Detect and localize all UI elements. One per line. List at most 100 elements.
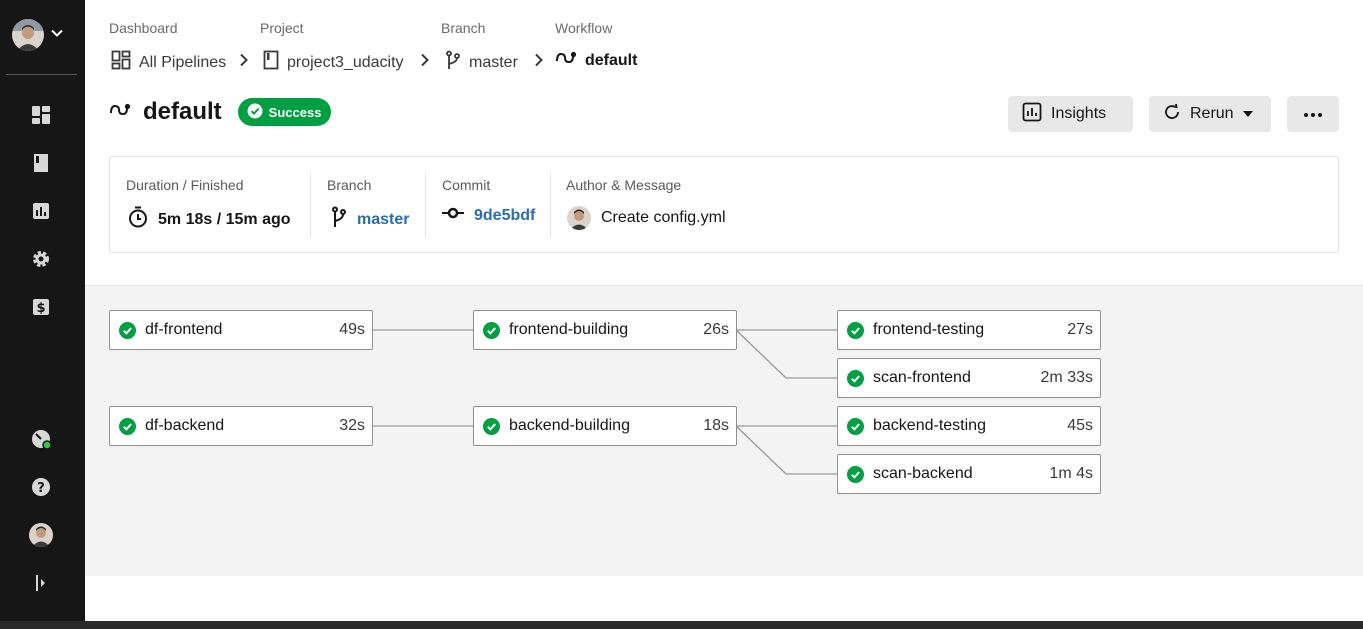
success-check-icon: [847, 322, 864, 344]
breadcrumb-workflow: Workflow default: [555, 20, 637, 69]
job-name: df-backend: [145, 417, 225, 434]
commit-label: Commit: [442, 177, 491, 193]
chevron-right-icon: [534, 53, 544, 72]
job-name: backend-testing: [873, 417, 986, 434]
job-frontend-testing[interactable]: frontend-testing 27s: [837, 310, 1101, 350]
insights-icon: [1022, 102, 1042, 127]
breadcrumb-label: Branch: [441, 20, 486, 36]
project-book-icon: [263, 50, 279, 75]
job-name: df-frontend: [145, 321, 223, 338]
job-duration: 27s: [1067, 321, 1093, 338]
chevron-down-icon: [50, 26, 64, 45]
job-name: scan-backend: [873, 465, 973, 482]
rerun-button[interactable]: Rerun: [1149, 96, 1271, 132]
success-check-icon: [483, 322, 500, 344]
bottom-strip: [0, 621, 1363, 629]
commit-icon: [442, 206, 464, 225]
caret-down-icon: [1242, 105, 1253, 123]
success-check-icon: [847, 418, 864, 440]
commit-value: 9de5bdf: [442, 206, 535, 225]
job-duration: 49s: [339, 321, 365, 338]
sidebar: $ ?: [0, 0, 85, 629]
insights-icon[interactable]: [29, 199, 53, 223]
job-name: backend-building: [509, 417, 630, 434]
stopwatch-icon: [128, 206, 148, 233]
job-df-backend[interactable]: df-backend 32s: [109, 406, 373, 446]
job-frontend-building[interactable]: frontend-building 26s: [473, 310, 737, 350]
job-scan-backend[interactable]: scan-backend 1m 4s: [837, 454, 1101, 494]
all-pipelines-link[interactable]: All Pipelines: [111, 50, 226, 75]
chevron-right-icon: [239, 53, 249, 72]
more-actions-button[interactable]: [1287, 96, 1339, 132]
duration-text: 5m 18s / 15m ago: [158, 210, 291, 228]
branch-icon: [445, 50, 461, 75]
author-value: Create config.yml: [567, 206, 726, 230]
sidebar-divider: [6, 74, 77, 75]
svg-text:$: $: [36, 301, 45, 316]
breadcrumb-value: default: [585, 51, 638, 69]
duration-value: 5m 18s / 15m ago: [128, 206, 291, 233]
check-circle-icon: [247, 103, 263, 122]
expand-sidebar-icon[interactable]: [29, 571, 53, 595]
breadcrumb-label: Workflow: [555, 20, 613, 36]
rerun-icon: [1163, 103, 1181, 126]
plans-dollar-icon[interactable]: $: [29, 295, 53, 319]
breadcrumb-project: Project project3_udacity: [260, 20, 404, 71]
dashboard-icon: [111, 50, 131, 75]
job-duration: 32s: [339, 417, 365, 434]
main-content: Dashboard All Pipelines Project project3…: [85, 0, 1363, 629]
svg-text:?: ?: [37, 481, 45, 496]
status-text: Success: [268, 104, 322, 120]
branch-label: Branch: [327, 177, 372, 193]
success-check-icon: [847, 370, 864, 392]
projects-icon[interactable]: [29, 151, 53, 175]
workflow-icon: [555, 50, 577, 71]
job-duration: 1m 4s: [1049, 465, 1093, 482]
job-duration: 26s: [703, 321, 729, 338]
commit-message: Create config.yml: [601, 209, 726, 226]
account-switcher[interactable]: [12, 19, 64, 51]
job-name: frontend-testing: [873, 321, 985, 338]
breadcrumb-value: All Pipelines: [139, 53, 227, 71]
breadcrumb-branch: Branch master: [441, 20, 518, 71]
workflow-current: default: [555, 50, 637, 71]
info-divider: [425, 173, 426, 237]
page-title: default: [143, 98, 222, 125]
branch-value: master: [331, 206, 409, 233]
insights-button[interactable]: Insights: [1008, 96, 1133, 132]
org-avatar: [12, 19, 44, 51]
job-duration: 2m 33s: [1040, 369, 1093, 386]
user-avatar[interactable]: [29, 523, 53, 547]
success-check-icon: [119, 322, 136, 344]
job-duration: 45s: [1067, 417, 1093, 434]
project-link[interactable]: project3_udacity: [263, 50, 404, 75]
rerun-label: Rerun: [1190, 105, 1234, 122]
job-df-frontend[interactable]: df-frontend 49s: [109, 310, 373, 350]
breadcrumb-value: project3_udacity: [287, 53, 404, 71]
author-label: Author & Message: [566, 177, 682, 193]
commit-link[interactable]: 9de5bdf: [474, 207, 535, 225]
success-check-icon: [119, 418, 136, 440]
branch-icon: [331, 206, 347, 233]
branch-link[interactable]: master: [357, 211, 409, 229]
status-gauge-icon[interactable]: [29, 427, 53, 451]
workflow-info-panel: Duration / Finished 5m 18s / 15m ago Bra…: [109, 156, 1339, 253]
chevron-right-icon: [420, 53, 430, 72]
job-duration: 18s: [703, 417, 729, 434]
success-check-icon: [483, 418, 500, 440]
success-check-icon: [847, 466, 864, 488]
job-backend-testing[interactable]: backend-testing 45s: [837, 406, 1101, 446]
breadcrumb-label: Project: [260, 20, 304, 36]
breadcrumb-dashboard: Dashboard All Pipelines: [109, 20, 226, 71]
info-divider: [310, 173, 311, 237]
help-icon[interactable]: ?: [29, 475, 53, 499]
job-name: scan-frontend: [873, 369, 971, 386]
info-divider: [550, 173, 551, 237]
job-name: frontend-building: [509, 321, 629, 338]
job-scan-frontend[interactable]: scan-frontend 2m 33s: [837, 358, 1101, 398]
settings-gear-icon[interactable]: [29, 247, 53, 271]
more-dots-icon: [1303, 105, 1323, 123]
job-backend-building[interactable]: backend-building 18s: [473, 406, 737, 446]
branch-link[interactable]: master: [445, 50, 518, 75]
dashboard-icon[interactable]: [29, 103, 53, 127]
